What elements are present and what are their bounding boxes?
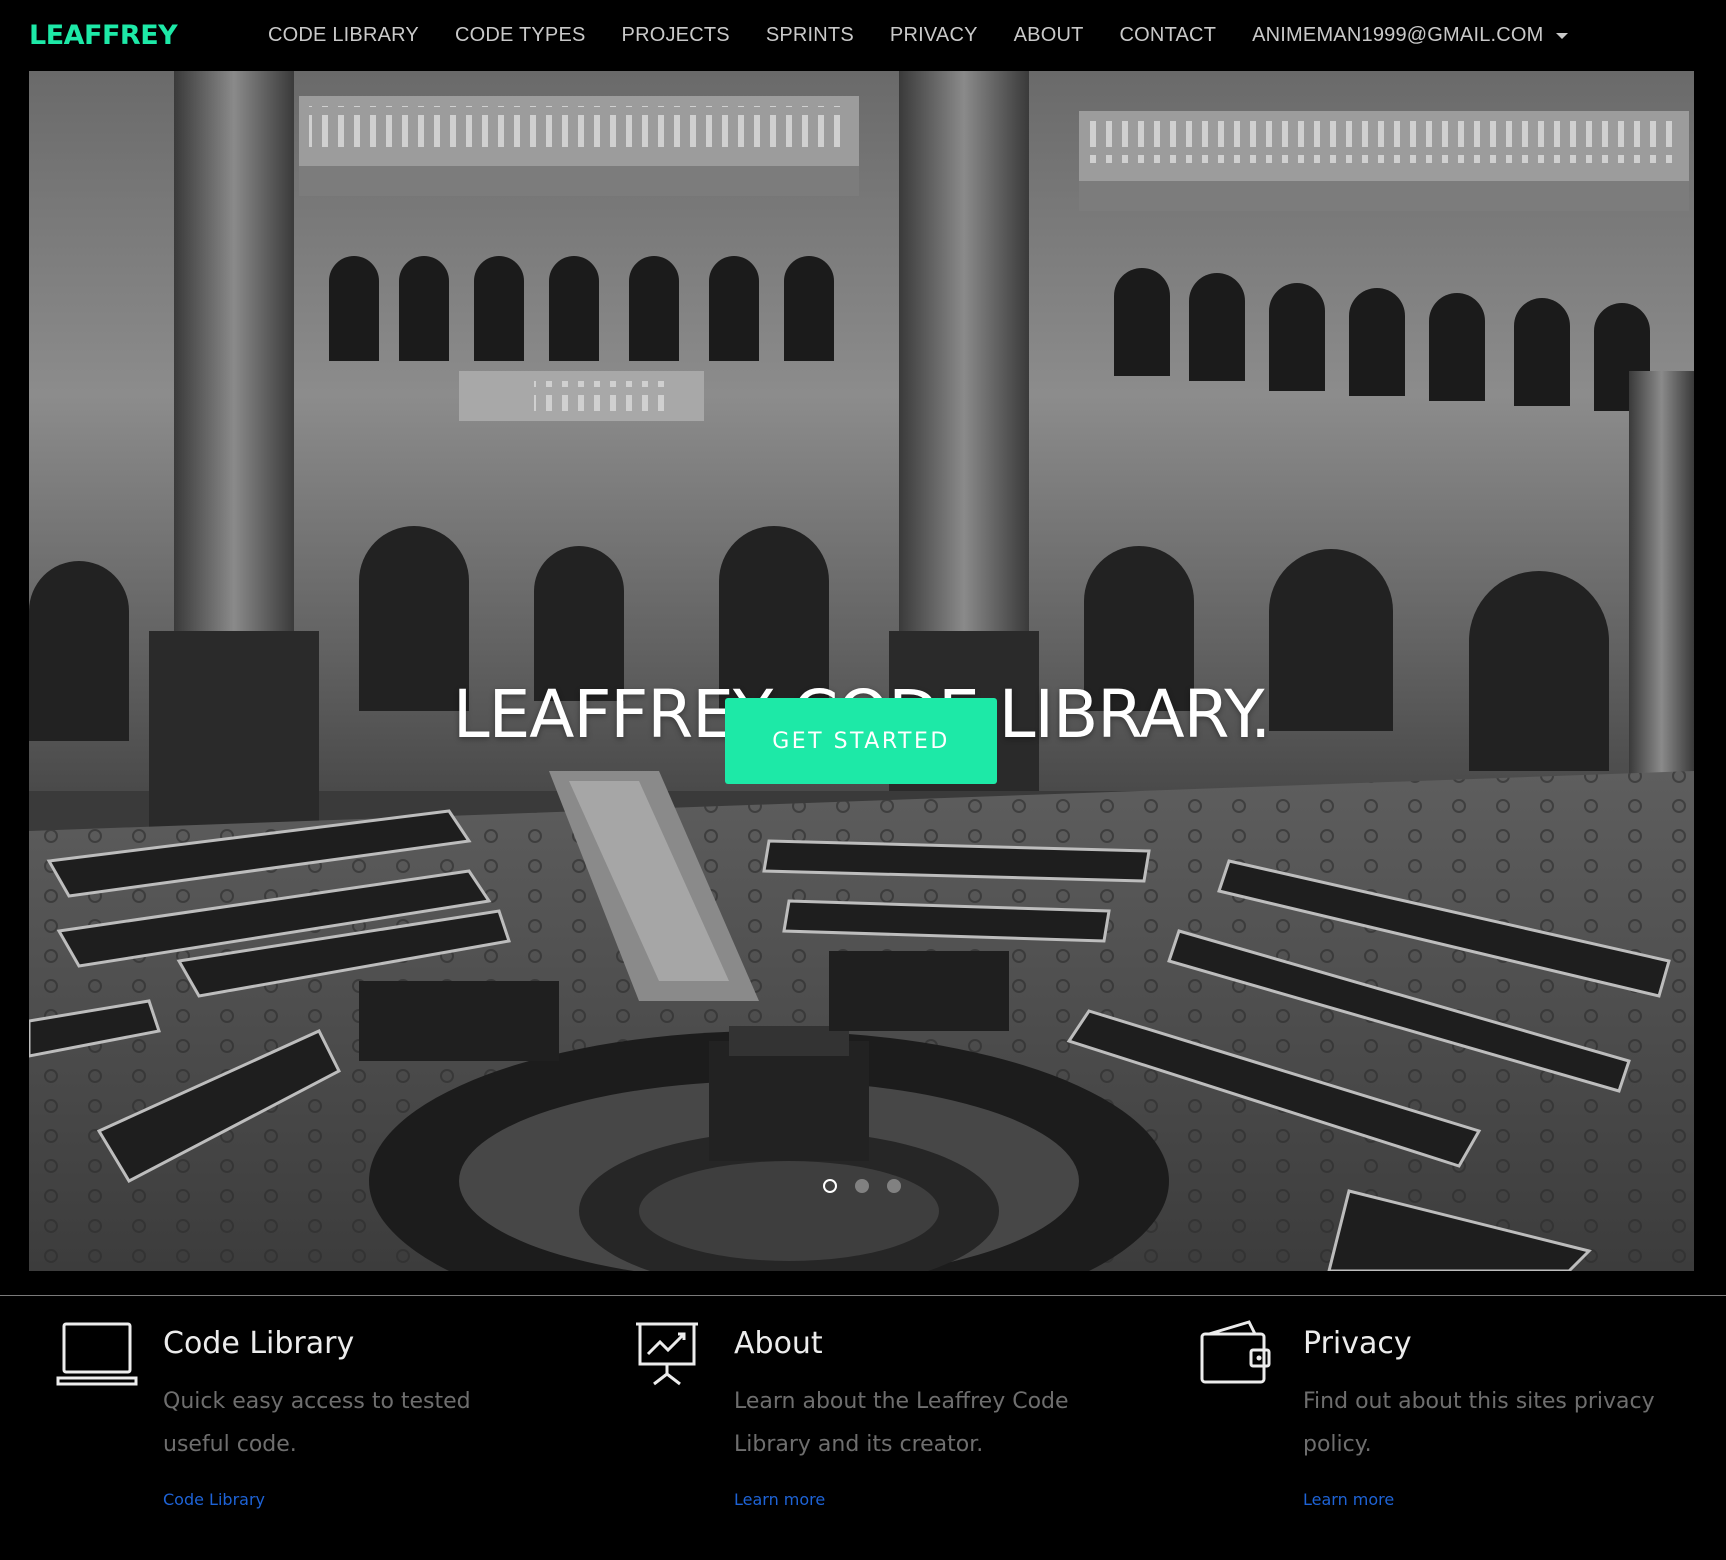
wallet-icon <box>1200 1320 1271 1384</box>
about-learn-more-link[interactable]: Learn more <box>734 1490 1254 1509</box>
nav-link-contact[interactable]: CONTACT <box>1102 24 1235 47</box>
carousel-indicator-3[interactable] <box>886 1179 901 1193</box>
feature-title: About <box>734 1326 823 1361</box>
nav-link-privacy[interactable]: PRIVACY <box>872 24 996 47</box>
nav-link-projects[interactable]: PROJECTS <box>604 24 748 47</box>
user-email-label: ANIMEMAN1999@GMAIL.COM <box>1252 24 1544 46</box>
hero-background-image <box>29 71 1694 1271</box>
nav-link-about[interactable]: ABOUT <box>996 24 1102 47</box>
carousel-indicators <box>29 1179 1694 1193</box>
carousel-indicator-1[interactable] <box>822 1179 837 1193</box>
brand-logo[interactable]: LEAFFREY <box>29 20 178 51</box>
carousel-indicator-2[interactable] <box>854 1179 869 1193</box>
top-navbar: LEAFFREY CODE LIBRARY CODE TYPES PROJECT… <box>0 0 1726 71</box>
code-library-link[interactable]: Code Library <box>163 1490 683 1509</box>
nav-link-code-library[interactable]: CODE LIBRARY <box>250 24 437 47</box>
privacy-learn-more-link[interactable]: Learn more <box>1303 1490 1726 1509</box>
caret-down-icon <box>1555 32 1568 39</box>
nav-links: CODE LIBRARY CODE TYPES PROJECTS SPRINTS… <box>250 0 1586 71</box>
nav-link-code-types[interactable]: CODE TYPES <box>437 24 604 47</box>
feature-description: Quick easy access to tested useful code. <box>163 1389 471 1457</box>
feature-title: Code Library <box>163 1326 355 1361</box>
user-menu-dropdown[interactable]: ANIMEMAN1999@GMAIL.COM <box>1234 24 1585 47</box>
laptop-icon <box>56 1322 138 1386</box>
get-started-button[interactable]: GET STARTED <box>725 698 997 784</box>
feature-description: Learn about the Leaffrey Code Library an… <box>734 1389 1069 1457</box>
feature-description: Find out about this sites privacy policy… <box>1303 1389 1655 1457</box>
presentation-chart-icon <box>636 1322 698 1386</box>
section-divider <box>0 1295 1726 1296</box>
nav-link-sprints[interactable]: SPRINTS <box>748 24 872 47</box>
hero-carousel[interactable]: LEAFFREY CODE LIBRARY. GET STARTED <box>29 71 1694 1271</box>
feature-title: Privacy <box>1303 1326 1412 1361</box>
